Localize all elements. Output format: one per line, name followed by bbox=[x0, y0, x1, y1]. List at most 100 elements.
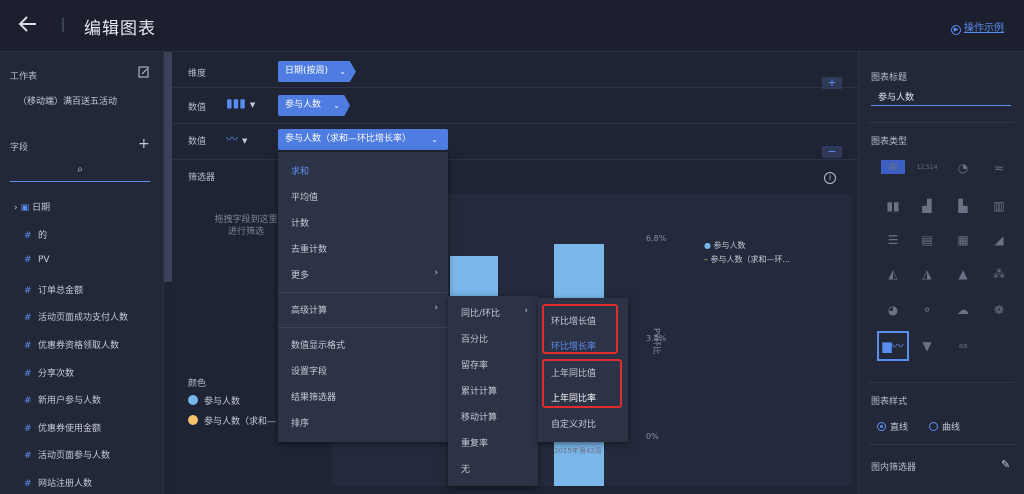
menu-item-retention[interactable]: 留存率 bbox=[461, 358, 488, 371]
field-item[interactable]: # 订单总金额 bbox=[14, 283, 83, 296]
field-item[interactable]: # PV bbox=[14, 255, 50, 265]
menu-item-more[interactable]: 更多 bbox=[291, 268, 309, 281]
menu-item-advanced[interactable]: 高级计算 bbox=[291, 303, 327, 316]
menu-item-count[interactable]: 计数 bbox=[291, 216, 309, 229]
funnel-chart-icon[interactable]: ☁ bbox=[951, 300, 975, 320]
y-tick-label: 0% bbox=[646, 432, 659, 441]
radio-icon bbox=[929, 422, 938, 431]
area-line-icon[interactable]: ◢ bbox=[987, 230, 1011, 250]
field-item[interactable]: # 优惠券使用金额 bbox=[14, 421, 101, 434]
legend-item[interactable]: ● 参与人数 bbox=[704, 240, 746, 251]
back-arrow-icon[interactable] bbox=[16, 12, 42, 38]
field-item[interactable]: # 活动页面参与人数 bbox=[14, 448, 110, 461]
field-label: 活动页面参与人数 bbox=[38, 451, 111, 461]
value1-chip[interactable]: 参与人数 ⌄ bbox=[278, 95, 350, 116]
value2-chip-label: 参与人数（求和—环比增长率） bbox=[285, 134, 412, 144]
number-field-icon: # bbox=[24, 479, 32, 489]
divider bbox=[869, 122, 1015, 123]
chart-filter-label: 图内筛选器 bbox=[871, 463, 917, 473]
menu-item-repeat[interactable]: 重复率 bbox=[461, 436, 488, 449]
filter-hint: 拖拽字段到这里进行筛选 bbox=[214, 215, 278, 237]
dimension-chip[interactable]: 日期(按周) ⌄ bbox=[278, 61, 356, 82]
field-search[interactable]: ⌕ bbox=[10, 164, 150, 182]
caret-down-icon: ▼ bbox=[249, 101, 256, 109]
menu-item-avg[interactable]: 平均值 bbox=[291, 190, 318, 203]
style-option-curve[interactable]: 曲线 bbox=[929, 420, 960, 433]
info-icon[interactable]: i bbox=[824, 172, 836, 184]
menu-item-moving[interactable]: 移动计算 bbox=[461, 410, 497, 423]
remove-value-button[interactable]: − bbox=[822, 146, 842, 158]
word-cloud-icon[interactable]: aa bbox=[951, 336, 975, 356]
y-axis-label: PV环比 bbox=[652, 328, 661, 355]
menu-item-custom[interactable]: 自定义对比 bbox=[551, 417, 596, 430]
field-label: 网站注册人数 bbox=[38, 479, 93, 489]
combo-chart-icon[interactable]: ▆〰 bbox=[877, 331, 909, 361]
pencil-icon[interactable]: ✎ bbox=[1001, 458, 1010, 471]
menu-item-distinct-count[interactable]: 去重计数 bbox=[291, 242, 327, 255]
area-chart-icon[interactable]: ◭ bbox=[881, 264, 905, 284]
funnel-icon[interactable]: ▼ bbox=[915, 336, 939, 356]
bubble-chart-icon[interactable]: ⚬ bbox=[915, 300, 939, 320]
add-field-icon[interactable]: + bbox=[138, 136, 150, 152]
field-label: 日期 bbox=[32, 203, 51, 213]
number-field-icon: # bbox=[24, 231, 32, 241]
percent-hbar-icon[interactable]: ▦ bbox=[951, 230, 975, 250]
wave-chart-icon[interactable]: ≈ bbox=[987, 158, 1011, 178]
field-item[interactable]: # 分享次数 bbox=[14, 366, 74, 379]
gauge-chart-icon[interactable]: ◔ bbox=[951, 158, 975, 178]
number-field-icon: # bbox=[24, 369, 32, 379]
legend-item[interactable]: – 参与人数（求和—环... bbox=[704, 254, 790, 265]
value2-chip[interactable]: 参与人数（求和—环比增长率） ⌄ bbox=[278, 129, 448, 150]
table-chart-icon[interactable]: ▤ bbox=[881, 160, 905, 174]
kpi-chart-icon[interactable]: 12,514 bbox=[915, 158, 939, 178]
stacked-hbar-icon[interactable]: ▤ bbox=[915, 230, 939, 250]
menu-item-settings[interactable]: 设置字段 bbox=[291, 364, 327, 377]
menu-item-yoy-mom[interactable]: 同比/环比 bbox=[461, 306, 500, 319]
field-label: 分享次数 bbox=[38, 369, 75, 379]
help-link[interactable]: ▶ 操作示例 bbox=[951, 19, 1004, 35]
value-label: 数值 bbox=[188, 103, 207, 113]
menu-item-cumulative[interactable]: 累计计算 bbox=[461, 384, 497, 397]
calendar-icon: ▣ bbox=[20, 203, 30, 213]
chart-title-input[interactable]: 参与人数 bbox=[871, 90, 1011, 106]
style-option-straight[interactable]: 直线 bbox=[877, 420, 908, 433]
field-item-date[interactable]: › ▣ 日期 bbox=[14, 200, 50, 213]
dataset-name[interactable]: （移动端）满百送五活动 bbox=[18, 94, 117, 107]
stacked-bar-icon[interactable]: ▟ bbox=[915, 196, 939, 216]
edit-worksheet-icon[interactable] bbox=[138, 66, 150, 81]
grouped-bar-icon[interactable]: ▙ bbox=[951, 196, 975, 216]
field-item[interactable]: # 活动页面成功支付人数 bbox=[14, 310, 128, 323]
stacked-area-icon[interactable]: ◮ bbox=[915, 264, 939, 284]
color-item[interactable]: 参与人数 bbox=[188, 394, 240, 407]
line-chart-type-icon[interactable]: 〰 ▼ bbox=[226, 130, 247, 147]
menu-item-format[interactable]: 数值显示格式 bbox=[291, 338, 345, 351]
menu-item-result-filter[interactable]: 结果筛选器 bbox=[291, 390, 336, 403]
map-chart-icon[interactable]: ❁ bbox=[987, 300, 1011, 320]
bar-chart-type-icon[interactable]: ▮▮▮ ▼ bbox=[226, 96, 255, 110]
combo-bar-icon[interactable]: ▥ bbox=[987, 196, 1011, 216]
hbar-chart-icon[interactable]: ☰ bbox=[881, 230, 905, 250]
percent-area-icon[interactable]: ▲ bbox=[951, 264, 975, 284]
divider bbox=[869, 444, 1015, 445]
menu-item-sum[interactable]: 求和 bbox=[291, 164, 309, 177]
menu-item-sort[interactable]: 排序 bbox=[291, 416, 309, 429]
field-item[interactable]: # 新用户参与人数 bbox=[14, 393, 101, 406]
scatter-chart-icon[interactable]: ⁂ bbox=[987, 264, 1011, 284]
menu-item-percent[interactable]: 百分比 bbox=[461, 332, 488, 345]
color-swatch bbox=[188, 415, 198, 425]
left-scrollbar[interactable] bbox=[164, 52, 172, 282]
menu-item-none[interactable]: 无 bbox=[461, 462, 470, 475]
field-item[interactable]: # 优惠券资格领取人数 bbox=[14, 338, 119, 351]
legend-label: 参与人数 bbox=[713, 241, 746, 250]
color-label: 颜色 bbox=[188, 379, 207, 389]
field-item[interactable]: # 网站注册人数 bbox=[14, 476, 92, 489]
menu-divider bbox=[278, 292, 448, 293]
bar-chart-icon[interactable]: ▮▮ bbox=[881, 196, 905, 216]
color-item[interactable]: 参与人数（求和— bbox=[188, 414, 276, 427]
chevron-right-icon: › bbox=[434, 268, 438, 278]
field-label: 优惠券资格领取人数 bbox=[38, 341, 120, 351]
number-field-icon: # bbox=[24, 396, 32, 406]
pie-chart-icon[interactable]: ◕ bbox=[881, 300, 905, 320]
field-item[interactable]: # 的 bbox=[14, 228, 47, 241]
right-panel: 图表标题 参与人数 图表类型 ▤ 12,514 ◔ ≈ ▮▮ ▟ ▙ ▥ ☰ ▤… bbox=[858, 52, 1024, 494]
